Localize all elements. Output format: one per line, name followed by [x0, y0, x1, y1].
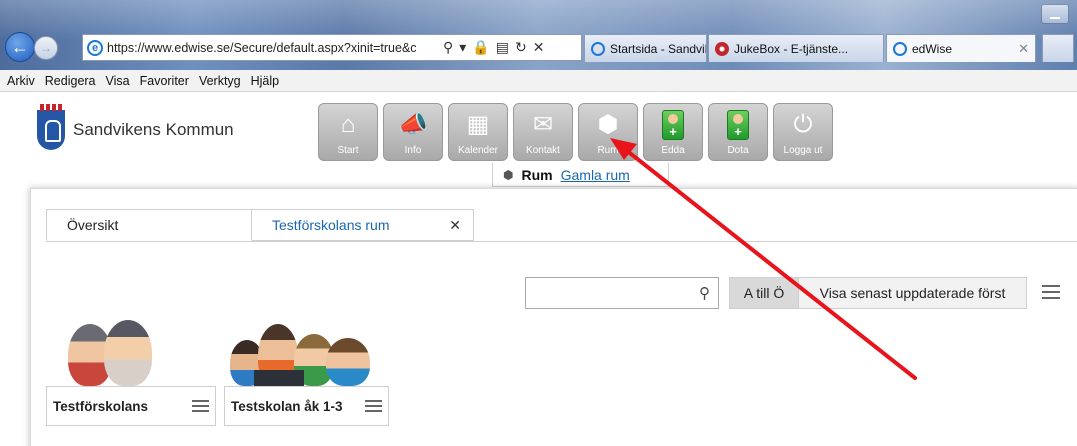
subnav: ⬢ Rum Gamla rum [492, 163, 669, 187]
browser-tab-edwise[interactable]: edWise ✕ [886, 34, 1036, 62]
nav-label: Kontakt [526, 145, 560, 156]
menu-icon[interactable] [192, 400, 209, 412]
subnav-current: Rum [521, 166, 553, 183]
room-card-footer: Testförskolans [46, 386, 216, 426]
nav-label: Dota [727, 145, 749, 156]
room-name: Testskolan åk 1-3 [231, 398, 343, 414]
tab-testforskolans-rum[interactable]: Testförskolans rum ✕ [252, 209, 474, 241]
nav-label: Rum [597, 145, 619, 156]
nav-rum-button[interactable]: ⬢ Rum [578, 103, 638, 161]
tab-oversikt[interactable]: Översikt [46, 209, 252, 241]
menu-bar: Arkiv Redigera Visa Favoriter Verktyg Hj… [0, 70, 1077, 92]
menu-icon[interactable] [365, 400, 382, 412]
dropdown-icon[interactable]: ▾ [459, 39, 466, 56]
child-figure [104, 320, 152, 386]
nav-start-button[interactable]: ⌂ Start [318, 103, 378, 161]
nav-info-button[interactable]: 📣 Info [383, 103, 443, 161]
room-card-testforskolans[interactable]: Testförskolans [46, 316, 216, 426]
tab-label: Översikt [67, 217, 119, 233]
main-nav: ⌂ Start 📣 Info ▦ Kalender ✉ Kontakt ⬢ Ru… [318, 103, 833, 161]
tab-label: Startsida - Sandvik... [610, 41, 706, 56]
nav-label: Edda [661, 145, 685, 156]
room-card-footer: Testskolan åk 1-3 [224, 386, 389, 426]
nav-edda-button[interactable]: Edda [643, 103, 703, 161]
close-tab-icon[interactable]: ✕ [449, 217, 461, 234]
forward-button[interactable]: → [34, 36, 58, 60]
tab-label: edWise [912, 41, 953, 56]
screen: { "browser": { "url": "https://www.edwis… [0, 0, 1077, 446]
site-logo[interactable]: Sandvikens Kommun [37, 104, 234, 150]
nav-dota-button[interactable]: Dota [708, 103, 768, 161]
compat-view-icon[interactable]: ▤ [496, 39, 509, 56]
menu-redigera[interactable]: Redigera [45, 74, 96, 88]
browser-navbar: ← → e https://www.edwise.se/Secure/defau… [0, 32, 1077, 68]
child-figure [326, 338, 370, 386]
tab-label: JukeBox - E-tjänste... [734, 41, 849, 56]
tab-divider [46, 241, 1077, 242]
gamla-rum-link[interactable]: Gamla rum [561, 167, 630, 183]
menu-verktyg[interactable]: Verktyg [199, 74, 241, 88]
browser-tab-startsida[interactable]: Startsida - Sandvik... [584, 34, 707, 62]
room-image [224, 316, 389, 386]
address-bar[interactable]: e https://www.edwise.se/Secure/default.a… [82, 34, 582, 61]
menu-arkiv[interactable]: Arkiv [7, 74, 35, 88]
sort-label: A till Ö [743, 285, 785, 301]
add-person-icon [709, 110, 767, 140]
sort-a-to-o-button[interactable]: A till Ö [729, 277, 799, 309]
menu-hjalp[interactable]: Hjälp [251, 74, 280, 88]
nav-kontakt-button[interactable]: ✉ Kontakt [513, 103, 573, 161]
content-tabs: Översikt Testförskolans rum ✕ [46, 209, 474, 241]
search-icon[interactable]: ⚲ [699, 284, 710, 302]
nav-label: Info [404, 145, 422, 156]
add-person-icon [644, 110, 702, 140]
nav-label: Start [337, 145, 359, 156]
address-tools: ⚲ ▾ 🔒 ▤ ↻ ✕ [443, 39, 544, 56]
search-icon[interactable]: ⚲ [443, 39, 453, 56]
mail-icon: ✉ [532, 111, 554, 138]
nav-logout-button[interactable]: ⏻ Logga ut [773, 103, 833, 161]
sort-label: Visa senast uppdaterade först [819, 285, 1006, 301]
person-figure [727, 110, 749, 140]
ie-page-icon: e [87, 39, 103, 56]
menu-icon[interactable] [1042, 285, 1060, 299]
nav-kalender-button[interactable]: ▦ Kalender [448, 103, 508, 161]
room-card-testskolan[interactable]: Testskolan åk 1-3 [224, 316, 389, 426]
new-tab-button[interactable] [1042, 34, 1074, 62]
ie-icon [591, 41, 605, 56]
person-figure [662, 110, 684, 140]
browser-tab-jukebox[interactable]: JukeBox - E-tjänste... [708, 34, 884, 62]
nav-label: Kalender [457, 145, 499, 156]
jukebox-icon [715, 41, 729, 56]
room-image [46, 316, 216, 386]
search-input[interactable]: ⚲ [525, 277, 719, 309]
crest-icon [37, 104, 65, 150]
url-text[interactable]: https://www.edwise.se/Secure/default.asp… [107, 41, 437, 55]
ie-icon [893, 41, 907, 56]
close-tab-icon[interactable]: ✕ [1010, 41, 1029, 57]
back-button[interactable]: ← [5, 32, 35, 62]
cube-icon: ⬢ [503, 167, 514, 182]
logo-text: Sandvikens Kommun [73, 120, 234, 139]
tab-label: Testförskolans rum [272, 217, 390, 233]
home-icon: ⌂ [340, 111, 356, 138]
megaphone-icon: 📣 [398, 111, 428, 138]
minimize-button[interactable] [1041, 4, 1069, 24]
menu-favoriter[interactable]: Favoriter [140, 74, 189, 88]
room-name: Testförskolans [53, 398, 149, 414]
power-icon: ⏻ [793, 111, 813, 138]
stop-icon[interactable]: ✕ [533, 39, 545, 56]
laptop [254, 370, 304, 386]
nav-label: Logga ut [783, 145, 823, 156]
cube-icon: ⬢ [597, 111, 619, 138]
refresh-icon[interactable]: ↻ [515, 39, 527, 56]
lock-icon[interactable]: 🔒 [472, 39, 489, 56]
calendar-icon: ▦ [466, 111, 490, 138]
menu-visa[interactable]: Visa [106, 74, 130, 88]
sort-recent-button[interactable]: Visa senast uppdaterade först [799, 277, 1027, 309]
